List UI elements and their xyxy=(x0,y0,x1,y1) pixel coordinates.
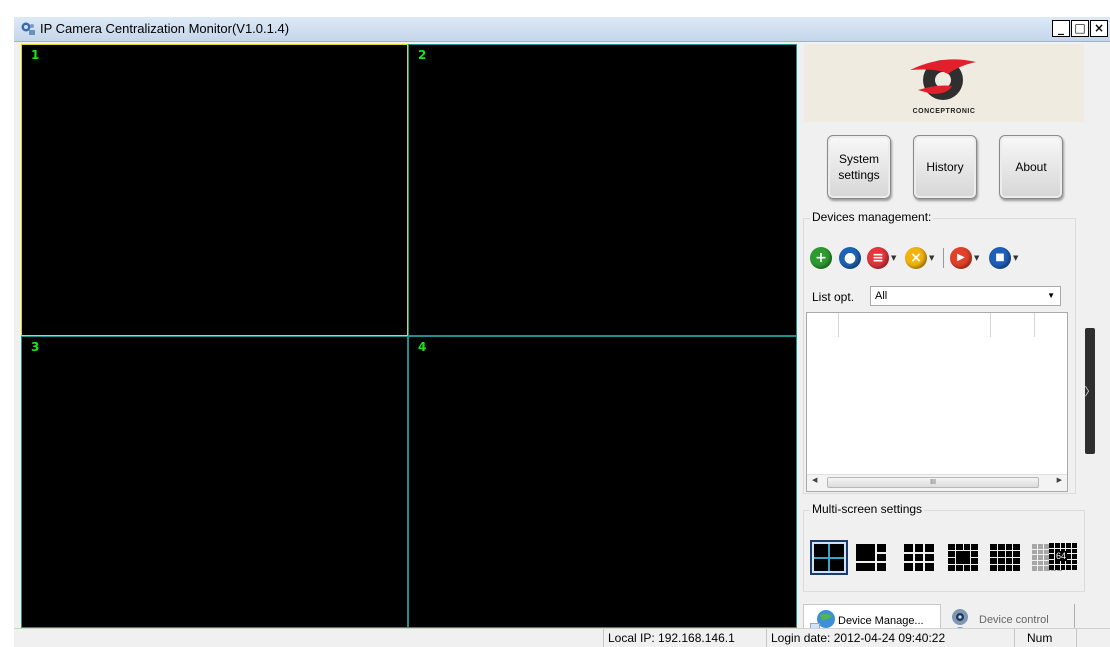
maximize-button[interactable]: □ xyxy=(1071,20,1089,37)
layout-64-badge: 64 xyxy=(1055,551,1068,561)
scroll-left-icon[interactable]: ◀ xyxy=(812,476,817,484)
scroll-right-icon[interactable]: ▶ xyxy=(1057,476,1062,484)
layout-13-icon[interactable] xyxy=(944,540,982,575)
tab-device-control-label: Device control xyxy=(979,614,1049,626)
edit-device-icon[interactable]: ≡ xyxy=(867,247,889,269)
multiscreen-settings-title: Multi-screen settings xyxy=(810,502,925,516)
minimize-button[interactable]: _ xyxy=(1052,20,1070,37)
app-window: IP Camera Centralization Monitor(V1.0.1.… xyxy=(14,17,1110,647)
system-settings-button[interactable]: System settings xyxy=(827,135,891,199)
stop-icon[interactable]: ■ xyxy=(989,247,1011,269)
delete-dropdown-caret-icon[interactable]: ▼ xyxy=(929,254,934,262)
scroll-thumb[interactable]: III xyxy=(827,477,1039,488)
video-pane-2[interactable]: 2 xyxy=(408,44,797,336)
list-option-value: All xyxy=(875,290,888,302)
delete-device-icon[interactable]: × xyxy=(905,247,927,269)
column-divider[interactable] xyxy=(838,313,839,337)
video-grid: 1 2 3 4 xyxy=(21,44,797,628)
collapse-panel-handle[interactable]: 〉 xyxy=(1084,328,1096,454)
layout-6-icon[interactable] xyxy=(852,540,890,575)
video-pane-1[interactable]: 1 xyxy=(21,44,408,336)
add-device-icon[interactable]: + xyxy=(810,247,832,269)
list-option-label: List opt. xyxy=(812,290,855,304)
sidebar-tabs: Device Manage... Device control xyxy=(801,604,1085,636)
conceptronic-logo-icon xyxy=(910,59,976,100)
horizontal-scrollbar[interactable]: ◀ III ▶ xyxy=(807,474,1067,491)
about-button[interactable]: About xyxy=(999,135,1063,199)
video-pane-3[interactable]: 3 xyxy=(21,336,408,628)
chevron-down-icon: ▼ xyxy=(1047,291,1055,300)
chevron-right-icon: 〉 xyxy=(1084,386,1096,398)
brand-logo: CONCEPTRONIC xyxy=(804,44,1084,122)
list-option-select[interactable]: All ▼ xyxy=(870,286,1061,306)
edit-dropdown-caret-icon[interactable]: ▼ xyxy=(891,254,896,262)
local-ip-status: Local IP: 192.168.146.1 xyxy=(603,629,735,647)
pane-number-label: 4 xyxy=(418,340,427,354)
search-device-icon[interactable]: ● xyxy=(839,247,861,269)
column-divider[interactable] xyxy=(1034,313,1035,337)
pane-number-label: 3 xyxy=(31,340,40,354)
video-pane-4[interactable]: 4 xyxy=(408,336,797,628)
num-lock-status: Num xyxy=(1014,629,1052,647)
devices-management-title: Devices management: xyxy=(810,210,934,224)
layout-9-icon[interactable] xyxy=(900,540,938,575)
layout-16-icon[interactable] xyxy=(986,540,1024,575)
login-date-status: Login date: 2012-04-24 09:40:22 xyxy=(766,629,945,647)
camera-app-icon xyxy=(21,22,35,35)
status-bar: Local IP: 192.168.146.1 Login date: 2012… xyxy=(14,628,1110,647)
layout-64-icon[interactable]: 64 xyxy=(1046,539,1080,574)
pane-number-label: 1 xyxy=(31,48,40,62)
logo-wordmark: CONCEPTRONIC xyxy=(912,108,976,115)
layout-4-icon[interactable] xyxy=(810,540,848,575)
toolbar-separator xyxy=(943,248,944,268)
play-icon[interactable]: ▶ xyxy=(950,247,972,269)
column-divider[interactable] xyxy=(990,313,991,337)
play-dropdown-caret-icon[interactable]: ▼ xyxy=(974,254,979,262)
window-title: IP Camera Centralization Monitor(V1.0.1.… xyxy=(40,21,290,36)
title-bar[interactable]: IP Camera Centralization Monitor(V1.0.1.… xyxy=(14,17,1110,42)
pane-number-label: 2 xyxy=(418,48,427,62)
multiscreen-settings-group: Multi-screen settings xyxy=(803,502,1085,592)
device-list[interactable]: ◀ III ▶ xyxy=(806,312,1068,492)
history-button[interactable]: History xyxy=(913,135,977,199)
devices-management-group: Devices management: + ● ≡ ▼ × ▼ ▶ ▼ ■ ▼ … xyxy=(803,210,1076,494)
status-empty-cell xyxy=(1076,629,1110,647)
control-sidebar: CONCEPTRONIC System settings History Abo… xyxy=(801,44,1085,636)
tab-device-manage-label: Device Manage... xyxy=(838,614,924,627)
close-button[interactable]: × xyxy=(1090,20,1108,37)
stop-dropdown-caret-icon[interactable]: ▼ xyxy=(1013,254,1018,262)
